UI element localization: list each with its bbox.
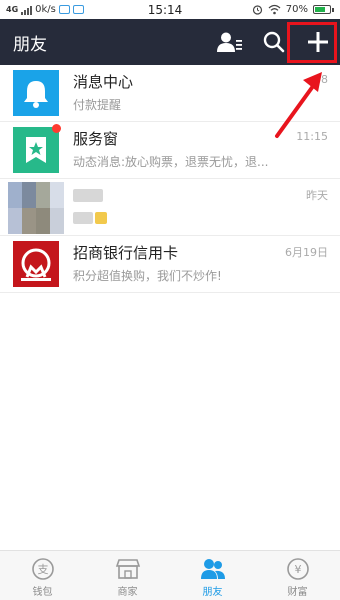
app-notification-icon <box>72 5 84 14</box>
conversation-list: 消息中心 付款提醒 08 服务窗 动态消息:放心购票，退票无忧，退... 11:… <box>0 65 340 293</box>
wealth-icon: ¥ <box>286 558 309 580</box>
network-label: 4G <box>6 5 19 14</box>
list-item[interactable]: 招商银行信用卡 积分超值换购，我们不炒作! 6月19日 <box>0 236 340 293</box>
tab-label: 朋友 <box>202 587 223 598</box>
tab-label: 财富 <box>287 587 308 598</box>
item-subtitle: 积分超值换购，我们不炒作! <box>73 269 222 283</box>
wallet-icon: 支 <box>31 558 54 580</box>
image-notification-icon <box>58 5 70 14</box>
status-bar: 4G 0k/s 15:14 70% <box>0 0 340 19</box>
status-left: 4G 0k/s <box>6 4 136 15</box>
cmb-logo-icon <box>13 241 59 287</box>
star-bookmark-icon <box>13 127 59 173</box>
item-time: 08 <box>314 73 328 86</box>
item-subtitle: 付款提醒 <box>73 98 122 112</box>
tab-wealth[interactable]: ¥ 财富 <box>255 551 340 600</box>
shop-icon <box>115 559 140 579</box>
item-subtitle: 动态消息:放心购票，退票无忧，退... <box>73 155 269 169</box>
search-icon <box>263 31 285 53</box>
tab-wallet[interactable]: 支 钱包 <box>0 551 85 600</box>
highlight-box <box>287 22 337 63</box>
status-time: 15:14 <box>147 2 183 17</box>
list-item[interactable]: 昨天 <box>0 179 340 236</box>
wifi-icon <box>268 4 281 15</box>
signal-icon <box>21 5 33 15</box>
battery-percent: 70% <box>285 4 308 15</box>
tab-label: 钱包 <box>32 587 53 598</box>
contact-avatar <box>8 182 64 234</box>
tab-bar: 支 钱包 商家 朋友 ¥ 财富 <box>0 550 340 600</box>
item-name: 招商银行信用卡 <box>73 244 179 262</box>
bell-icon <box>13 70 59 116</box>
contacts-button[interactable] <box>208 19 252 65</box>
contacts-icon <box>217 32 242 52</box>
item-time: 11:15 <box>296 130 328 143</box>
list-item[interactable]: 消息中心 付款提醒 08 <box>0 65 340 122</box>
svg-text:¥: ¥ <box>294 563 301 576</box>
item-name: 消息中心 <box>73 73 134 91</box>
alarm-icon <box>252 5 262 15</box>
blurred-name <box>73 189 103 202</box>
speed-label: 0k/s <box>35 4 56 15</box>
item-time: 昨天 <box>306 189 328 202</box>
blurred-preview-highlight <box>95 212 107 224</box>
friends-icon <box>200 559 225 579</box>
page-title: 朋友 <box>13 34 47 55</box>
unread-dot <box>52 124 61 133</box>
battery-icon <box>313 5 334 14</box>
item-name: 服务窗 <box>73 130 119 148</box>
list-item[interactable]: 服务窗 动态消息:放心购票，退票无忧，退... 11:15 <box>0 122 340 179</box>
tab-label: 商家 <box>117 587 138 598</box>
tab-shop[interactable]: 商家 <box>85 551 170 600</box>
item-time: 6月19日 <box>285 246 328 259</box>
svg-text:支: 支 <box>37 563 48 576</box>
blurred-preview <box>73 212 93 224</box>
tab-friends[interactable]: 朋友 <box>170 551 255 600</box>
status-right: 70% <box>204 4 334 15</box>
